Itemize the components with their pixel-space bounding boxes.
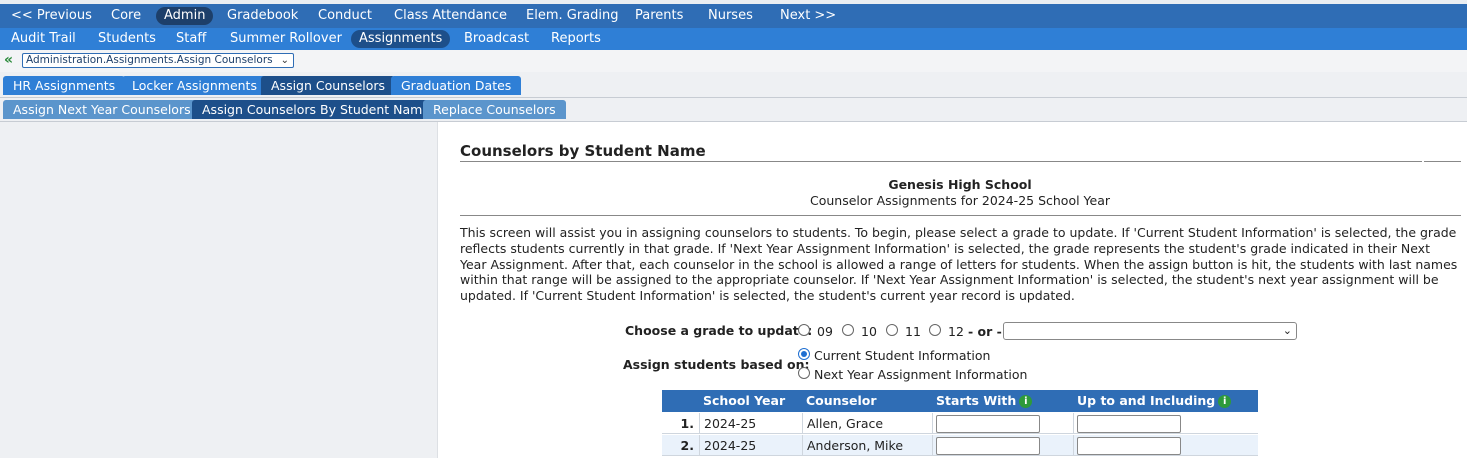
title-divider bbox=[460, 161, 1422, 162]
assign-basis-label: Assign students based on: bbox=[623, 357, 810, 372]
breadcrumb-bar: « Administration.Assignments.Assign Coun… bbox=[0, 50, 1467, 72]
grade-radio-11-label: 11 bbox=[905, 324, 921, 339]
col-starts-with: Starts With i bbox=[936, 390, 1033, 412]
grade-radio-09-label: 09 bbox=[817, 324, 833, 339]
col-starts-with-label: Starts With bbox=[936, 393, 1017, 408]
tab-graduation-dates[interactable]: Graduation Dates bbox=[391, 76, 522, 95]
grade-radio-09[interactable] bbox=[798, 324, 810, 336]
nav-nurses[interactable]: Nurses bbox=[700, 7, 761, 25]
subnav-students[interactable]: Students bbox=[90, 30, 164, 48]
tab-bar-secondary: Assign Next Year Counselors Assign Couns… bbox=[0, 98, 1467, 122]
main-content: Counselors by Student Name Genesis High … bbox=[440, 122, 1467, 458]
next-year-info-label: Next Year Assignment Information bbox=[814, 367, 1028, 382]
subnav-summer-rollover[interactable]: Summer Rollover bbox=[222, 30, 350, 48]
up-to-input[interactable] bbox=[1077, 437, 1181, 455]
info-icon[interactable]: i bbox=[1218, 395, 1232, 408]
school-year-cell: 2024-25 bbox=[699, 413, 802, 434]
double-chevron-left-icon[interactable]: « bbox=[4, 52, 18, 68]
nav-elem-grading[interactable]: Elem. Grading bbox=[518, 7, 627, 25]
starts-with-input[interactable] bbox=[936, 415, 1040, 433]
up-to-input[interactable] bbox=[1077, 415, 1181, 433]
tab-replace-counselors[interactable]: Replace Counselors bbox=[423, 100, 566, 119]
nav-conduct[interactable]: Conduct bbox=[310, 7, 380, 25]
grade-radio-10[interactable] bbox=[842, 324, 854, 336]
grade-select[interactable]: ⌄ bbox=[1003, 322, 1297, 340]
counselor-cell: Allen, Grace bbox=[802, 413, 932, 434]
chevron-down-icon: ⌄ bbox=[1282, 324, 1292, 337]
info-icon[interactable]: i bbox=[1019, 395, 1033, 408]
nav-gradebook[interactable]: Gradebook bbox=[219, 7, 306, 25]
subnav-staff[interactable]: Staff bbox=[168, 30, 214, 48]
tab-hr-assignments[interactable]: HR Assignments bbox=[3, 76, 126, 95]
nav-previous[interactable]: << Previous bbox=[3, 7, 100, 25]
counselor-table-header: School Year Counselor Starts With i Up to… bbox=[662, 390, 1258, 412]
tab-bar-primary: HR Assignments Locker Assignments Assign… bbox=[0, 72, 1467, 98]
left-pane bbox=[0, 122, 438, 458]
subnav-assignments[interactable]: Assignments bbox=[351, 30, 451, 48]
subnav-reports[interactable]: Reports bbox=[543, 30, 609, 48]
grade-radio-10-label: 10 bbox=[861, 324, 877, 339]
subnav-audit-trail[interactable]: Audit Trail bbox=[3, 30, 84, 48]
chevron-down-icon: ⌄ bbox=[280, 55, 289, 66]
col-up-to-label: Up to and Including bbox=[1077, 393, 1216, 408]
col-counselor: Counselor bbox=[806, 393, 877, 408]
row-number: 2. bbox=[680, 438, 694, 453]
row-number: 1. bbox=[680, 416, 694, 431]
tab-assign-counselors[interactable]: Assign Counselors bbox=[261, 76, 396, 95]
grade-radio-12-label: 12 bbox=[948, 324, 964, 339]
nav-core[interactable]: Core bbox=[103, 7, 149, 25]
page-subtitle: Counselor Assignments for 2024-25 School… bbox=[809, 193, 1111, 208]
next-year-info-radio[interactable] bbox=[798, 367, 810, 379]
current-student-info-radio[interactable] bbox=[798, 348, 810, 360]
primary-nav: << Previous Core Admin Gradebook Conduct… bbox=[0, 4, 1467, 28]
school-name: Genesis High School bbox=[888, 177, 1032, 192]
tab-assign-next-year-counselors[interactable]: Assign Next Year Counselors bbox=[3, 100, 201, 119]
col-school-year: School Year bbox=[703, 393, 786, 408]
nav-class-attendance[interactable]: Class Attendance bbox=[386, 7, 515, 25]
col-up-to: Up to and Including i bbox=[1077, 390, 1232, 412]
nav-parents[interactable]: Parents bbox=[627, 7, 691, 25]
grade-radio-11[interactable] bbox=[886, 324, 898, 336]
counselor-cell: Anderson, Mike bbox=[802, 435, 932, 456]
starts-with-input[interactable] bbox=[936, 437, 1040, 455]
tab-assign-by-student-name[interactable]: Assign Counselors By Student Name bbox=[192, 100, 441, 119]
grade-label: Choose a grade to update: bbox=[625, 323, 813, 338]
nav-next[interactable]: Next >> bbox=[772, 7, 844, 25]
title-divider-end bbox=[1424, 161, 1461, 162]
subnav-broadcast[interactable]: Broadcast bbox=[456, 30, 537, 48]
tab-locker-assignments[interactable]: Locker Assignments bbox=[122, 76, 267, 95]
current-student-info-label: Current Student Information bbox=[814, 348, 991, 363]
instructions-text: This screen will assist you in assigning… bbox=[460, 225, 1458, 304]
header-divider bbox=[460, 215, 1461, 216]
breadcrumb-select[interactable]: Administration.Assignments.Assign Counse… bbox=[22, 53, 294, 68]
grade-radio-12[interactable] bbox=[929, 324, 941, 336]
school-year-cell: 2024-25 bbox=[699, 435, 802, 456]
page-title: Counselors by Student Name bbox=[460, 142, 706, 160]
table-row: 2. 2024-25 Anderson, Mike bbox=[662, 435, 1258, 456]
or-separator: - or - bbox=[968, 324, 1002, 339]
nav-admin[interactable]: Admin bbox=[156, 7, 214, 25]
breadcrumb-select-value: Administration.Assignments.Assign Counse… bbox=[26, 54, 273, 66]
secondary-nav: Audit Trail Students Staff Summer Rollov… bbox=[0, 28, 1467, 50]
table-row: 1. 2024-25 Allen, Grace bbox=[662, 413, 1258, 434]
